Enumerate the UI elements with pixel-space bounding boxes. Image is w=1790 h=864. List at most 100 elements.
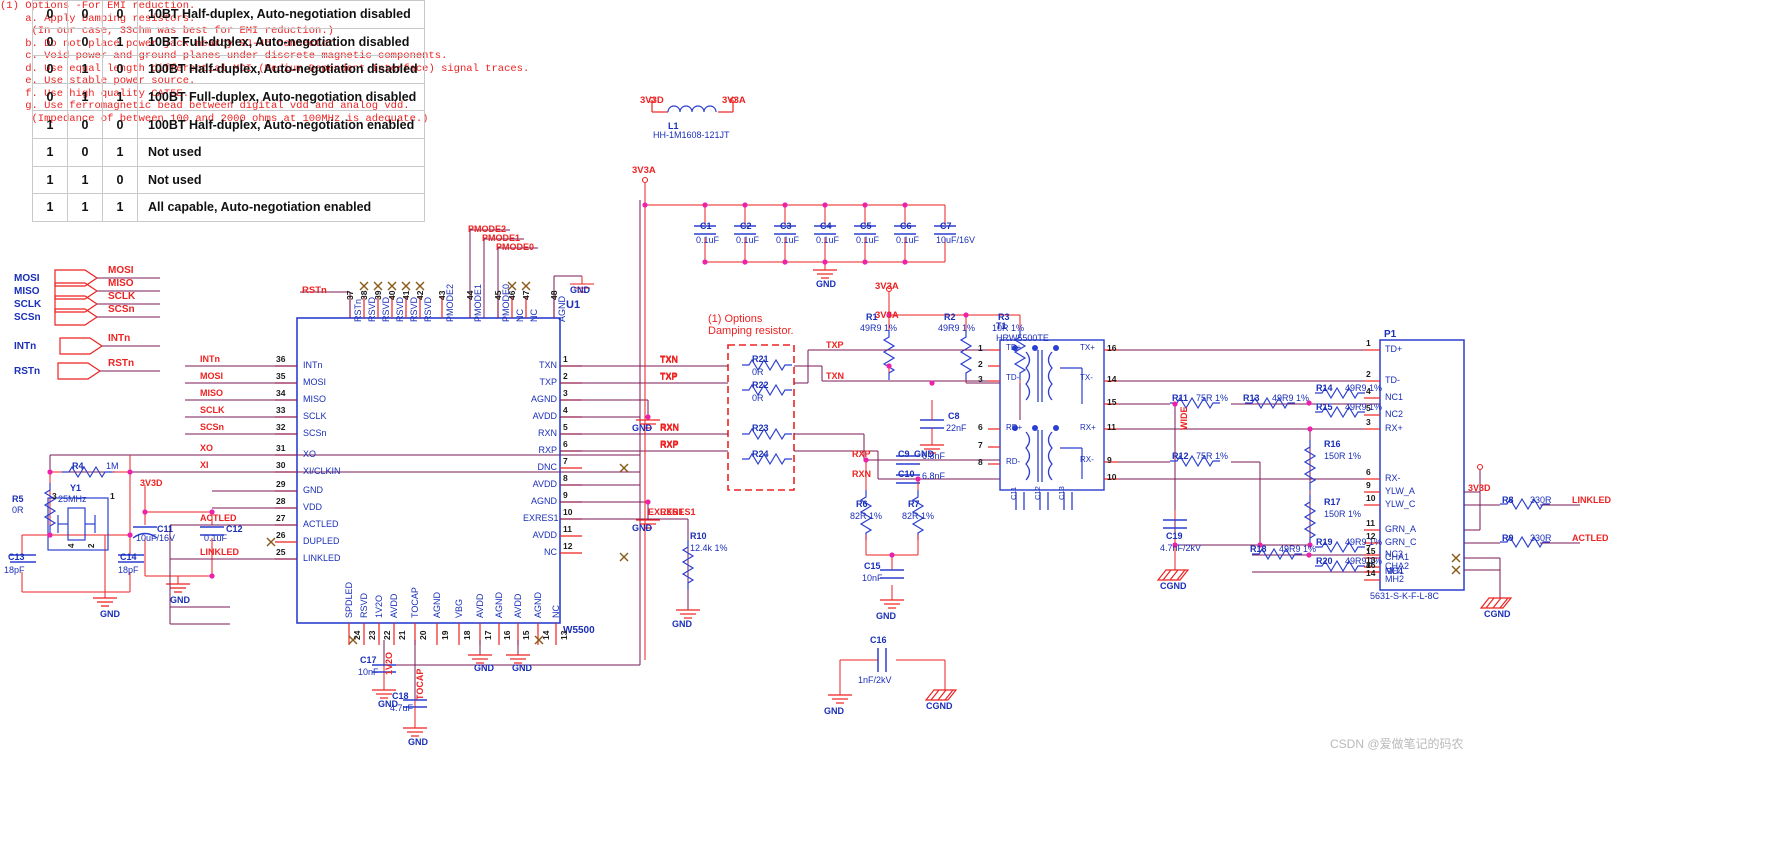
c13-ref: C13	[8, 552, 25, 562]
net-intn: INTn	[200, 354, 220, 364]
nc-marker	[373, 281, 383, 291]
c19-ref: C19	[1166, 531, 1183, 541]
r7-ref: R7	[908, 499, 920, 509]
gnd-symbol-b2	[506, 654, 530, 664]
gnd-c16: GND	[824, 706, 844, 716]
cgnd-c16: CGND	[926, 701, 953, 711]
p1-pin-name-rx+: RX+	[1385, 423, 1403, 433]
resistor-R16	[1304, 439, 1316, 491]
gnd-symbol-c16	[828, 694, 852, 704]
u1-left-pin-name: LINKLED	[303, 553, 341, 563]
u1-top-pin-name: PMODE1	[473, 283, 483, 322]
y1-val: 25MHz	[58, 494, 87, 504]
gnd-xtal: GND	[100, 609, 120, 619]
u1-right-pin-name: DNC	[537, 462, 558, 472]
u1-bottom-pin-num: 15	[521, 630, 531, 640]
u1-bottom-pin-name: RSVD	[359, 592, 369, 618]
p1-pin-num-9: 9	[1366, 480, 1371, 490]
u1-refdes: U1	[566, 299, 581, 311]
r18-val: 49R9 1%	[1279, 544, 1317, 554]
net-1v2o: 1V2O	[384, 651, 394, 675]
p1-pin-name-nc1: NC1	[1385, 392, 1404, 402]
u1-bottom-pin-name: TOCAP	[410, 587, 420, 618]
nc-marker	[401, 281, 411, 291]
u1-top-pin-name: RSVD	[409, 296, 419, 322]
p1-pin-num-12: 12	[1366, 531, 1376, 541]
p1-pin-name-td-: TD-	[1385, 375, 1400, 385]
u1-left-pin-num: 32	[276, 422, 286, 432]
y1-pin2: 2	[87, 543, 96, 548]
cgnd-c19: CGND	[1160, 581, 1187, 591]
u1-right-pin-num: 2	[563, 371, 568, 381]
u1-left-pin-name: SCLK	[303, 411, 327, 421]
u1-bottom-pin-num: 13	[559, 630, 569, 640]
net-pmode0: PMODE0	[496, 242, 535, 252]
damping-wires	[700, 349, 900, 480]
net-rxp-t1: RXP	[852, 449, 871, 459]
t1-left-pin-6: 6	[978, 422, 983, 432]
cap-c7-ref: C7	[940, 221, 952, 231]
u1-bottom-pin-name: SPDLED	[344, 581, 354, 618]
gnd-label-48: GND	[570, 285, 590, 295]
nc-marker-dnc	[619, 463, 629, 562]
u1-left-pin-num: 30	[276, 460, 286, 470]
p1-pin-name-ylw_c: YLW_C	[1385, 499, 1416, 509]
cap-c5-ref: C5	[860, 221, 872, 231]
resistor-R2	[960, 329, 972, 381]
net-tocap: TOCAP	[415, 668, 425, 700]
r17-val: 150R 1%	[1324, 509, 1362, 519]
t1-val: HRW5500TE	[996, 333, 1049, 343]
u1-left-pin-name: MOSI	[303, 377, 327, 387]
r14-ref: R14	[1316, 383, 1333, 393]
y1-pin1: 1	[110, 491, 115, 501]
u1-right-pin-name: RXP	[538, 445, 557, 455]
junction-dots	[47, 202, 1313, 579]
u1-left-pin-num: 29	[276, 479, 286, 489]
u1-top-pin-num: 47	[521, 290, 531, 300]
net-rxp-lbl: RXP	[660, 440, 679, 450]
r8-val: 330R	[1530, 495, 1552, 505]
r24-ref: R24	[752, 449, 769, 459]
cap-c3-ref: C3	[780, 221, 792, 231]
u1-bottom-pin-name: NC	[551, 605, 561, 618]
net-3v3a-rbank: 3V3A	[875, 310, 899, 321]
u1-left-pin-name: ACTLED	[303, 519, 339, 529]
p1-pin-name-mh2: MH2	[1385, 574, 1405, 584]
p1-pin-name-rx-: RX-	[1385, 473, 1401, 483]
net-actled-p1: ACTLED	[1572, 533, 1609, 543]
r10-val: 12.4k 1%	[690, 543, 728, 553]
r9-val: 330R	[1530, 533, 1552, 543]
c8-val: 22nF	[946, 423, 967, 433]
r12-val: 75R 1%	[1196, 451, 1229, 461]
cap-c2-val: 0.1uF	[736, 235, 760, 245]
cap-c3-val: 0.1uF	[776, 235, 800, 245]
cgnd-symbol-p1	[1479, 597, 1513, 609]
u1-bottom-pin-name: AVDD	[475, 593, 485, 618]
r23-ref: R23	[752, 423, 769, 433]
p1-pin-num-10: 10	[1366, 493, 1376, 503]
c12-val: 0.1uF	[204, 533, 228, 543]
c9-ref: C9	[898, 449, 910, 459]
cap-C15	[880, 569, 904, 579]
r11-val: 75R 1%	[1196, 393, 1229, 403]
net-3v3a-main: 3V3A	[632, 165, 656, 176]
port-net-scsn: SCSn	[108, 304, 135, 315]
t1-left-pin-8: 8	[978, 457, 983, 467]
net-rxn-t1: RXN	[852, 469, 872, 479]
t1-center-taps	[1060, 367, 1083, 479]
u1-right-pin-name: NC	[544, 547, 557, 557]
l1-val: HH-1M1608-121JT	[653, 130, 730, 140]
net-flag-3v3a	[641, 176, 649, 184]
u1-right-nets	[560, 365, 700, 610]
u1-bottom-pin-name: AGND	[432, 591, 442, 618]
u1-left-pin-name: GND	[303, 485, 323, 495]
p1-pin-num-14: 14	[1366, 568, 1376, 578]
p1-pin-num-4: 4	[1366, 386, 1371, 396]
c10-val: 6.8nF	[922, 471, 946, 481]
c11-val: 10uF/16V	[136, 533, 176, 543]
u1-top-pin-name: NC	[529, 309, 539, 322]
t1-tx-minus: TX-	[1080, 373, 1093, 382]
net-linkled: LINKLED	[200, 547, 239, 557]
u1-right-pin-num: 6	[563, 439, 568, 449]
u1-left-pin-num: 31	[276, 443, 286, 453]
